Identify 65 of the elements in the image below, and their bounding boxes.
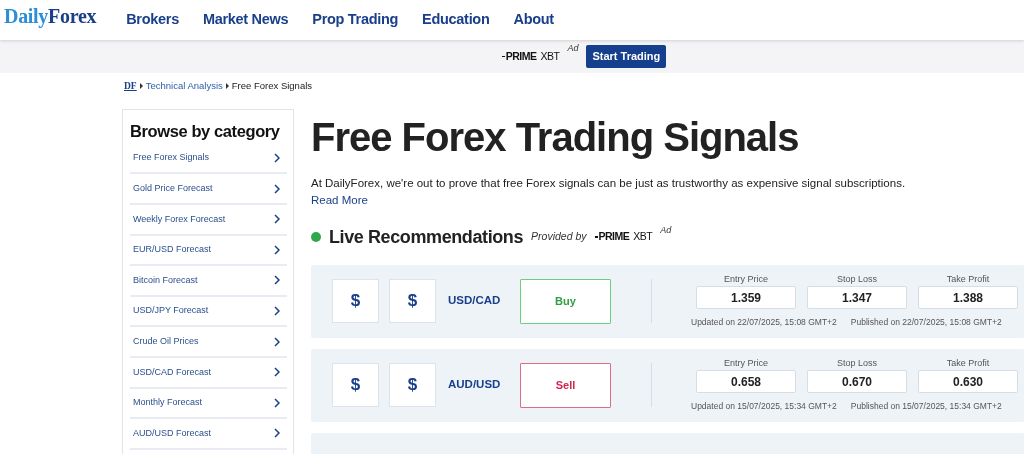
price-value: 0.670 <box>807 370 907 394</box>
currency-pair: AUD/USD <box>448 377 502 393</box>
sidebar-item[interactable]: Monthly Forecast <box>130 388 287 420</box>
currency-icon: $ <box>389 279 436 323</box>
currency-icon: $ <box>332 279 379 323</box>
sidebar-item[interactable]: Weekly Forex Forecast <box>130 205 287 236</box>
price-value: 1.347 <box>807 286 907 310</box>
nav-link[interactable]: About <box>513 9 554 31</box>
provided-by-label: Provided by <box>531 229 587 245</box>
brand-logo: PRIME XBT <box>501 48 560 65</box>
field-label: Take Profit <box>946 272 990 286</box>
intro-text: At DailyForex, we're out to prove that free Forex signals can be just as trustworthy as expensive signal subscriptions. <box>311 176 907 191</box>
section-title: Live Recommendations <box>329 225 524 249</box>
sidebar-item[interactable]: Free Forex Signals <box>130 143 287 175</box>
breadcrumb-item: Free Forex Signals <box>231 78 313 93</box>
chevron-right-icon <box>274 428 280 439</box>
field-label: Take Profit <box>946 356 990 370</box>
nav-link[interactable]: Education <box>422 9 490 31</box>
field-label: Entry Price <box>724 272 768 286</box>
chevron-right-icon <box>274 397 280 408</box>
breadcrumb-separator-icon <box>225 83 229 89</box>
sidebar-item[interactable]: AUD/USD Forecast <box>130 419 287 450</box>
chevron-right-icon <box>274 183 280 194</box>
sidebar-item[interactable]: EUR/USD Forecast <box>130 235 287 267</box>
chevron-right-icon <box>274 244 280 255</box>
field-label: Entry Price <box>724 356 768 370</box>
logo[interactable]: DailyForex <box>4 6 97 26</box>
sidebar-item[interactable]: Gold Price Forecast <box>130 174 287 205</box>
ad-label: Ad <box>660 223 672 237</box>
chevron-right-icon <box>274 214 280 225</box>
published-time: Published on 15/07/2025, 15:34 GMT+2 <box>850 400 1002 414</box>
published-time: Published on 22/07/2025, 15:08 GMT+2 <box>850 316 1002 330</box>
chevron-right-icon <box>274 306 280 317</box>
sell-button[interactable]: Sell <box>520 362 611 408</box>
sidebar-item[interactable]: USD/JPY Forecast <box>130 296 287 328</box>
field-label: Stop Loss <box>837 272 877 286</box>
currency-icon: $ <box>332 363 379 407</box>
currency-pair: USD/CAD <box>448 293 502 309</box>
chevron-right-icon <box>274 275 280 286</box>
price-value: 0.658 <box>696 370 796 394</box>
ad-label: Ad <box>567 42 579 55</box>
breadcrumb-item[interactable]: Technical Analysis <box>145 78 223 94</box>
page-title: Free Forex Trading Signals <box>311 114 800 161</box>
updated-time: Updated on 22/07/2025, 15:08 GMT+2 <box>691 316 837 330</box>
breadcrumb-separator-icon <box>139 83 143 89</box>
breadcrumb-item[interactable]: DF <box>124 78 137 94</box>
chevron-right-icon <box>274 153 280 164</box>
sidebar-item[interactable]: Crude Oil Prices <box>130 327 287 358</box>
price-value: 0.630 <box>918 370 1018 394</box>
read-more-link[interactable]: Read More <box>311 192 368 210</box>
nav-link[interactable]: Prop Trading <box>312 9 399 31</box>
brand-logo: PRIME XBT <box>594 229 653 245</box>
sidebar-item[interactable]: Bitcoin Forecast <box>130 266 287 297</box>
sidebar-title: Browse by category <box>130 122 281 142</box>
sidebar-item[interactable]: USD/CAD Forecast <box>130 357 287 389</box>
start-trading-button[interactable]: Start Trading <box>586 45 667 68</box>
price-value: 1.388 <box>918 286 1018 310</box>
nav-link[interactable]: Market News <box>202 9 289 31</box>
updated-time: Updated on 15/07/2025, 15:34 GMT+2 <box>691 400 837 414</box>
field-label: Stop Loss <box>837 356 877 370</box>
currency-icon: $ <box>389 363 436 407</box>
price-value: 1.359 <box>696 286 796 310</box>
chevron-right-icon <box>274 367 280 378</box>
nav-link[interactable]: Brokers <box>126 9 179 31</box>
chevron-right-icon <box>274 336 280 347</box>
